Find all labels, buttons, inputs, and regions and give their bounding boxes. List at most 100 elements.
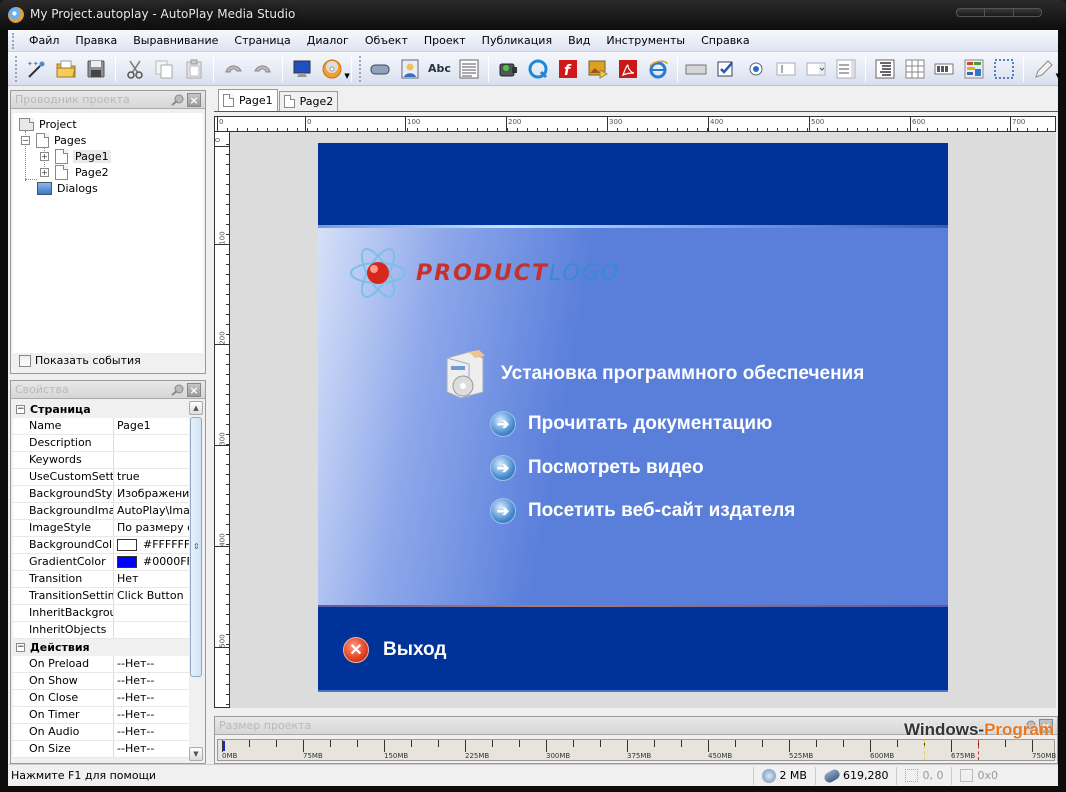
property-row[interactable]: On Preload --Нет-- <box>13 656 193 673</box>
expand-icon[interactable]: + <box>40 167 49 177</box>
menu-project[interactable]: Проект <box>416 34 474 47</box>
property-value[interactable]: Нет <box>114 571 193 587</box>
tree-object-icon[interactable] <box>872 56 898 82</box>
property-row[interactable]: On Close --Нет-- <box>13 690 193 707</box>
pin-icon[interactable] <box>169 383 185 397</box>
combobox-object-icon[interactable] <box>803 56 829 82</box>
pin-icon[interactable] <box>169 93 185 107</box>
property-value[interactable]: Изображение <box>114 486 193 502</box>
magic-wand-icon[interactable]: ✦✦ <box>23 56 49 82</box>
close-window-button[interactable] <box>1014 9 1041 16</box>
copy-icon[interactable] <box>152 56 178 82</box>
property-value[interactable] <box>114 622 193 638</box>
quicktime-object-icon[interactable] <box>525 56 551 82</box>
property-row[interactable]: GradientColor #0000FF <box>13 554 193 571</box>
property-row[interactable]: ImageStyleПо размеру стр <box>13 520 193 537</box>
tab-page1[interactable]: Page1 <box>218 89 278 111</box>
property-row[interactable]: Keywords <box>13 452 193 469</box>
menu-object[interactable]: Объект <box>357 34 416 47</box>
property-row[interactable]: BackgroundStyl Изображение <box>13 486 193 503</box>
label-object-icon[interactable]: Abc <box>427 56 453 82</box>
property-value[interactable] <box>114 452 193 468</box>
property-value[interactable]: #0000FF <box>114 554 193 570</box>
property-value[interactable] <box>114 605 193 621</box>
tree-item-project[interactable]: Project <box>19 116 77 132</box>
link-read-docs[interactable]: ➔ Прочитать документацию <box>490 411 772 437</box>
scroll-thumb[interactable]: ⇕ <box>190 417 202 677</box>
checkbox-object-icon[interactable] <box>713 56 739 82</box>
menu-tools[interactable]: Инструменты <box>598 34 693 47</box>
paragraph-object-icon[interactable] <box>456 56 482 82</box>
close-icon[interactable]: × <box>187 92 201 107</box>
property-row[interactable]: On Timer --Нет-- <box>13 707 193 724</box>
property-value[interactable]: Page1 <box>114 418 193 434</box>
property-value[interactable]: #FFFFFF <box>114 537 193 553</box>
close-icon[interactable]: × <box>187 382 201 397</box>
menu-align[interactable]: Выравнивание <box>125 34 226 47</box>
color-swatch[interactable] <box>117 556 137 568</box>
menu-dialog[interactable]: Диалог <box>299 34 357 47</box>
property-row[interactable]: On Show --Нет-- <box>13 673 193 690</box>
property-value[interactable]: true <box>114 469 193 485</box>
menu-grip[interactable] <box>12 32 15 49</box>
property-row[interactable]: Description <box>13 435 193 452</box>
property-value[interactable]: AutoPlay\Image <box>114 503 193 519</box>
property-value[interactable]: --Нет-- <box>114 724 193 740</box>
video-object-icon[interactable] <box>495 56 521 82</box>
minimize-button[interactable] <box>957 9 986 16</box>
property-category[interactable]: − Страница <box>13 401 193 418</box>
property-row[interactable]: InheritBackgrou <box>13 605 193 622</box>
tab-page2[interactable]: Page2 <box>278 91 339 111</box>
property-value[interactable]: --Нет-- <box>114 690 193 706</box>
tree-item-page2[interactable]: + Page2 <box>40 164 111 180</box>
paste-icon[interactable] <box>181 56 207 82</box>
property-row[interactable]: UseCustomSetti true <box>13 469 193 486</box>
radio-object-icon[interactable] <box>743 56 769 82</box>
collapse-icon[interactable]: − <box>16 643 25 652</box>
web-object-icon[interactable] <box>645 56 671 82</box>
input-object-icon[interactable] <box>684 56 710 82</box>
textbox-object-icon[interactable] <box>773 56 799 82</box>
menu-page[interactable]: Страница <box>226 34 298 47</box>
toolbar-grip[interactable] <box>15 55 18 82</box>
maximize-button[interactable] <box>985 9 1014 16</box>
exit-button[interactable]: ✕ Выход <box>343 637 446 663</box>
save-icon[interactable] <box>83 56 109 82</box>
undo-icon[interactable] <box>220 56 246 82</box>
property-value[interactable] <box>114 435 193 451</box>
publish-cd-icon[interactable]: ▼ <box>319 56 350 82</box>
property-value[interactable]: --Нет-- <box>114 741 193 757</box>
link-watch-video[interactable]: ➔ Посмотреть видео <box>490 455 704 481</box>
property-value[interactable]: Click Button <box>114 588 193 604</box>
properties-scrollbar[interactable]: ▲ ⇕ ▼ <box>189 401 203 761</box>
tree-item-dialogs[interactable]: Dialogs <box>37 180 98 196</box>
hotspot-object-icon[interactable] <box>991 56 1017 82</box>
menu-edit[interactable]: Правка <box>67 34 125 47</box>
property-row[interactable]: Name Page1 <box>13 418 193 435</box>
grid-object-icon[interactable] <box>902 56 928 82</box>
redo-icon[interactable] <box>250 56 276 82</box>
pencil-icon[interactable]: ▼ <box>1030 56 1061 82</box>
dropdown-arrow-icon[interactable]: ▼ <box>344 72 349 80</box>
tree-item-page1[interactable]: + Page1 <box>40 148 111 164</box>
menu-publish[interactable]: Публикация <box>474 34 560 47</box>
plugin-object-icon[interactable] <box>961 56 987 82</box>
scroll-up-button[interactable]: ▲ <box>189 401 203 415</box>
progress-object-icon[interactable] <box>932 56 958 82</box>
tree-item-pages[interactable]: − Pages <box>21 132 86 148</box>
property-value[interactable]: --Нет-- <box>114 656 193 672</box>
menu-view[interactable]: Вид <box>560 34 598 47</box>
pdf-object-icon[interactable] <box>615 56 641 82</box>
show-events-checkbox[interactable] <box>19 354 31 367</box>
property-row[interactable]: On Audio --Нет-- <box>13 724 193 741</box>
property-row[interactable]: TransitionSettin Click Button <box>13 588 193 605</box>
menu-help[interactable]: Справка <box>693 34 757 47</box>
open-folder-icon[interactable] <box>53 56 79 82</box>
property-row[interactable]: On Size --Нет-- <box>13 741 193 758</box>
color-swatch[interactable] <box>117 539 137 551</box>
show-events-option[interactable]: Показать события <box>19 354 141 367</box>
scroll-down-button[interactable]: ▼ <box>189 747 203 761</box>
property-row[interactable]: BackgroundImaAutoPlay\Image <box>13 503 193 520</box>
slideshow-object-icon[interactable] <box>585 56 611 82</box>
property-value[interactable]: По размеру стр <box>114 520 193 536</box>
